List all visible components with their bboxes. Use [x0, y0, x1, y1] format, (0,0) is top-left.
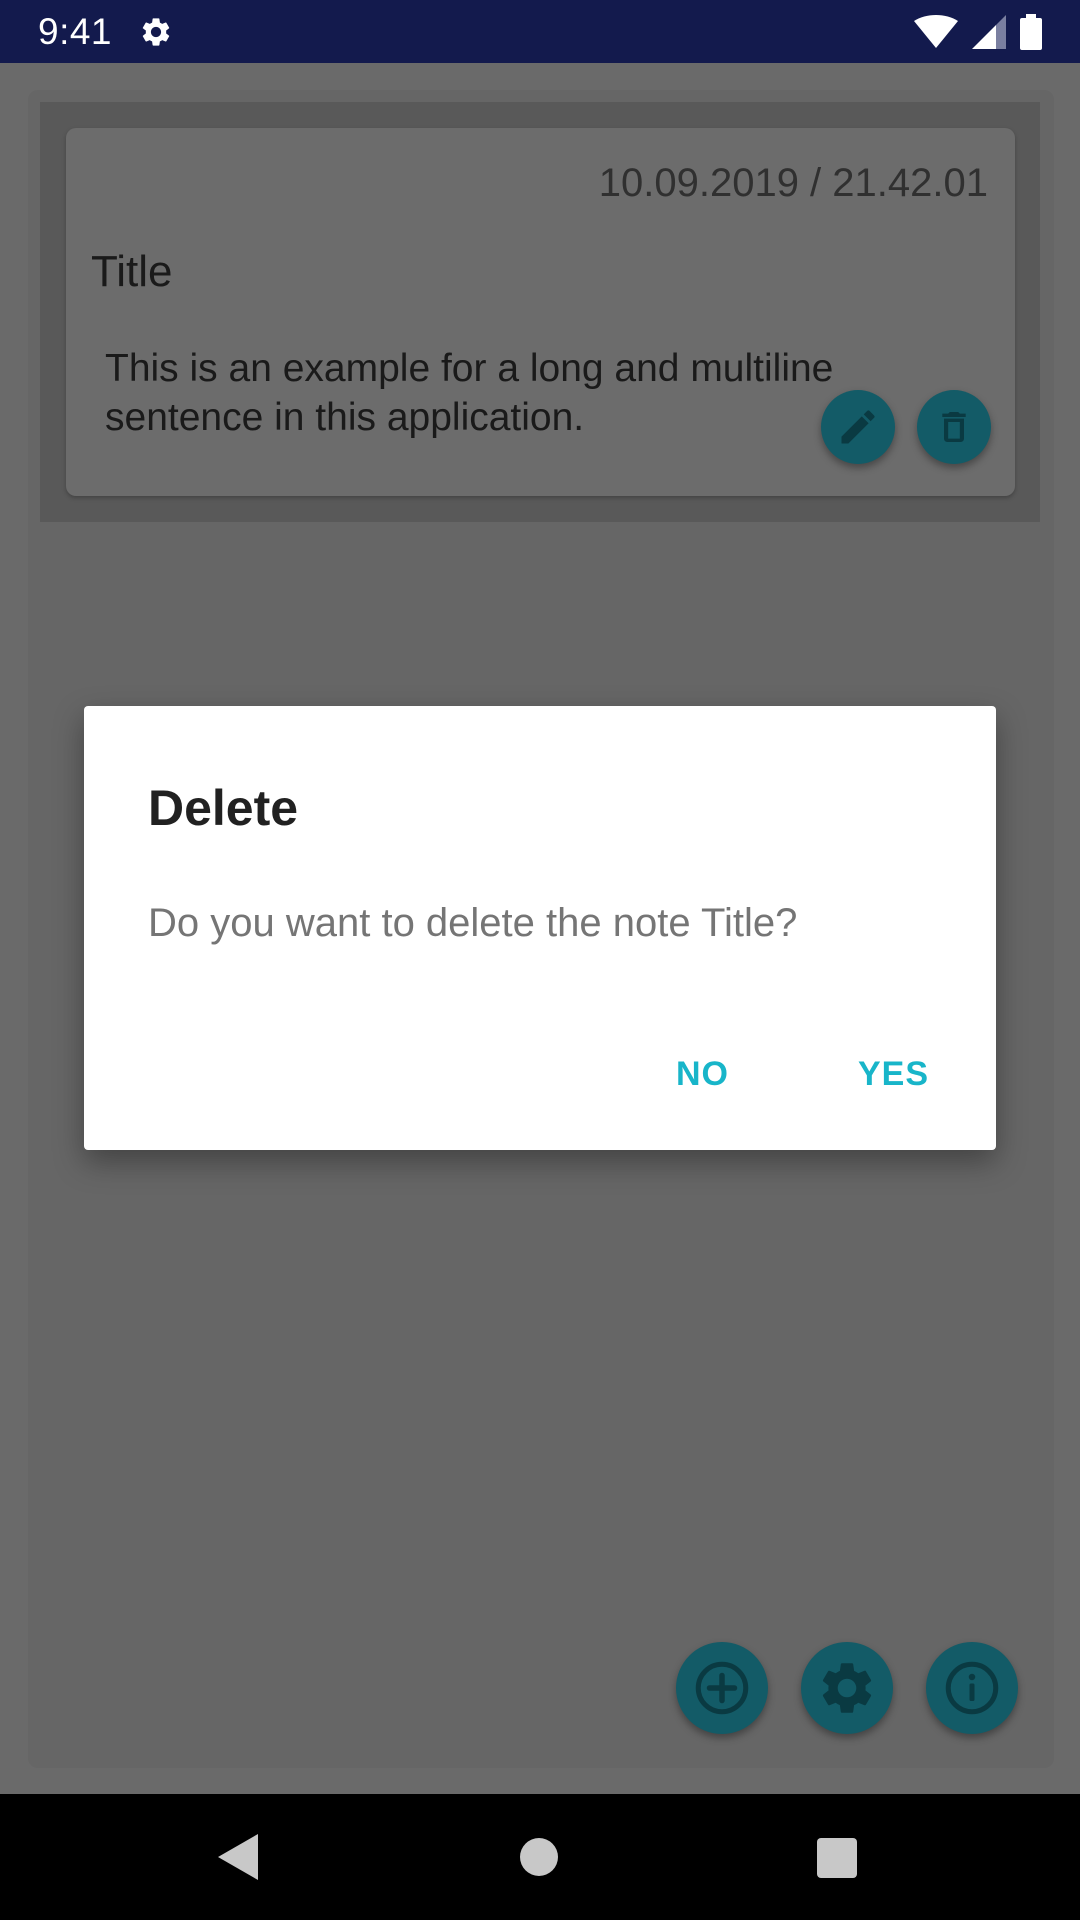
settings-button[interactable]: [801, 1642, 893, 1734]
add-note-button[interactable]: [676, 1642, 768, 1734]
note-body: This is an example for a long and multil…: [105, 347, 834, 439]
recents-icon[interactable]: [817, 1838, 857, 1878]
navigation-bar: [0, 1794, 1080, 1920]
cellular-signal-icon: [972, 15, 1006, 49]
edit-icon: [841, 410, 875, 444]
status-bar: 9:41: [0, 0, 1080, 63]
status-indicators: [914, 12, 1042, 52]
back-icon[interactable]: [218, 1834, 258, 1880]
settings-icon: [142, 18, 170, 46]
note-date: 10.09.2019 / 21.42.01: [598, 161, 988, 205]
settings-icon: [822, 1663, 872, 1713]
wifi-icon: [914, 15, 958, 48]
dialog-title: Delete: [148, 780, 299, 836]
note-title: Title: [91, 247, 173, 296]
trash-icon: [942, 412, 966, 442]
no-button[interactable]: NO: [676, 1054, 729, 1094]
home-icon[interactable]: [520, 1838, 558, 1876]
app-screen: 9:41 10.09.2019 / 21.42.01 Title This is…: [0, 0, 1080, 1920]
delete-note-button[interactable]: [917, 390, 991, 464]
battery-icon: [1020, 14, 1042, 50]
edit-note-button[interactable]: [821, 390, 895, 464]
info-icon: [945, 1661, 999, 1715]
delete-dialog: Delete Do you want to delete the note Ti…: [84, 706, 996, 1150]
add-icon: [695, 1661, 749, 1715]
info-button[interactable]: [926, 1642, 1018, 1734]
dialog-message: Do you want to delete the note Title?: [148, 901, 798, 945]
status-time: 9:41: [38, 11, 113, 52]
yes-button[interactable]: YES: [858, 1054, 929, 1094]
